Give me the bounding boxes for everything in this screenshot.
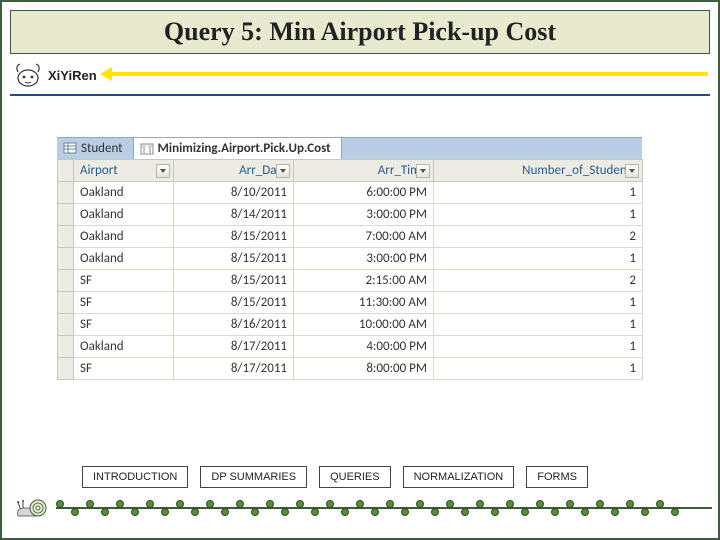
row-selector[interactable] <box>58 358 74 380</box>
col-airport[interactable]: Airport <box>74 160 174 182</box>
tab-student[interactable]: Student <box>57 137 134 159</box>
table-row[interactable]: Oakland8/14/20113:00:00 PM1 <box>58 204 643 226</box>
cell-time: 3:00:00 PM <box>294 204 434 226</box>
yellow-arrow-decoration <box>112 72 708 76</box>
table-row[interactable]: Oakland8/10/20116:00:00 PM1 <box>58 182 643 204</box>
cell-num: 1 <box>434 204 643 226</box>
select-all-corner[interactable] <box>58 160 74 182</box>
database-panel: Student Minimizing.Airport.Pick.Up.Cost … <box>57 137 642 380</box>
col-arr-date[interactable]: Arr_Date <box>174 160 294 182</box>
col-label: Number_of_Students <box>522 163 636 178</box>
cell-num: 2 <box>434 226 643 248</box>
nav-introduction[interactable]: INTRODUCTION <box>82 466 188 488</box>
table-row[interactable]: Oakland8/15/20117:00:00 AM2 <box>58 226 643 248</box>
row-selector[interactable] <box>58 270 74 292</box>
nav-queries[interactable]: QUERIES <box>319 466 391 488</box>
row-selector[interactable] <box>58 182 74 204</box>
cell-airport: SF <box>74 292 174 314</box>
tab-label: Minimizing.Airport.Pick.Up.Cost <box>158 141 331 156</box>
cell-airport: Oakland <box>74 182 174 204</box>
vine-decoration <box>56 500 712 516</box>
table-icon <box>63 141 77 155</box>
table-row[interactable]: SF8/17/20118:00:00 PM1 <box>58 358 643 380</box>
cell-airport: Oakland <box>74 336 174 358</box>
cell-time: 6:00:00 PM <box>294 182 434 204</box>
row-selector[interactable] <box>58 248 74 270</box>
page-title: Query 5: Min Airport Pick-up Cost <box>164 17 556 47</box>
cell-date: 8/15/2011 <box>174 226 294 248</box>
cell-time: 7:00:00 AM <box>294 226 434 248</box>
cell-num: 1 <box>434 182 643 204</box>
results-table: Airport Arr_Date Arr_Time Number_of_Stud… <box>57 159 643 380</box>
dropdown-icon[interactable] <box>156 164 170 178</box>
cell-num: 1 <box>434 314 643 336</box>
logo-row: XiYiRen <box>12 60 708 90</box>
row-selector[interactable] <box>58 292 74 314</box>
cell-date: 8/15/2011 <box>174 270 294 292</box>
row-selector[interactable] <box>58 204 74 226</box>
cell-airport: Oakland <box>74 204 174 226</box>
col-number-students[interactable]: Number_of_Students <box>434 160 643 182</box>
tab-bar: Student Minimizing.Airport.Pick.Up.Cost <box>57 137 642 159</box>
nav-buttons: INTRODUCTION DP SUMMARIES QUERIES NORMAL… <box>82 466 588 488</box>
dropdown-icon[interactable] <box>276 164 290 178</box>
cell-date: 8/15/2011 <box>174 248 294 270</box>
nav-normalization[interactable]: NORMALIZATION <box>403 466 515 488</box>
tab-minimizing-cost[interactable]: Minimizing.Airport.Pick.Up.Cost <box>134 137 342 159</box>
cell-time: 8:00:00 PM <box>294 358 434 380</box>
cell-num: 1 <box>434 358 643 380</box>
cell-num: 1 <box>434 336 643 358</box>
row-selector[interactable] <box>58 314 74 336</box>
brand-label: XiYiRen <box>48 68 97 83</box>
cell-airport: SF <box>74 358 174 380</box>
cell-time: 11:30:00 AM <box>294 292 434 314</box>
table-row[interactable]: SF8/16/201110:00:00 AM1 <box>58 314 643 336</box>
cell-num: 1 <box>434 292 643 314</box>
col-arr-time[interactable]: Arr_Time <box>294 160 434 182</box>
cell-date: 8/14/2011 <box>174 204 294 226</box>
title-band: Query 5: Min Airport Pick-up Cost <box>10 10 710 54</box>
cell-num: 1 <box>434 248 643 270</box>
col-label: Airport <box>80 163 118 178</box>
cell-time: 10:00:00 AM <box>294 314 434 336</box>
dropdown-icon[interactable] <box>625 164 639 178</box>
cell-airport: Oakland <box>74 248 174 270</box>
cell-time: 4:00:00 PM <box>294 336 434 358</box>
tab-label: Student <box>81 141 123 156</box>
snail-icon <box>14 494 54 520</box>
table-row[interactable]: Oakland8/17/20114:00:00 PM1 <box>58 336 643 358</box>
cell-date: 8/17/2011 <box>174 336 294 358</box>
table-row[interactable]: Oakland8/15/20113:00:00 PM1 <box>58 248 643 270</box>
nav-dp-summaries[interactable]: DP SUMMARIES <box>200 466 307 488</box>
cell-time: 3:00:00 PM <box>294 248 434 270</box>
cell-num: 2 <box>434 270 643 292</box>
cell-airport: SF <box>74 270 174 292</box>
row-selector[interactable] <box>58 226 74 248</box>
table-row[interactable]: SF8/15/20112:15:00 AM2 <box>58 270 643 292</box>
cell-date: 8/10/2011 <box>174 182 294 204</box>
header-row: Airport Arr_Date Arr_Time Number_of_Stud… <box>58 160 643 182</box>
cell-date: 8/15/2011 <box>174 292 294 314</box>
slide: Query 5: Min Airport Pick-up Cost XiYiRe… <box>0 0 720 540</box>
row-selector[interactable] <box>58 336 74 358</box>
cell-airport: Oakland <box>74 226 174 248</box>
table-row[interactable]: SF8/15/201111:30:00 AM1 <box>58 292 643 314</box>
nav-forms[interactable]: FORMS <box>526 466 588 488</box>
cell-date: 8/17/2011 <box>174 358 294 380</box>
character-icon <box>12 62 44 88</box>
divider-line <box>10 94 710 96</box>
footer-decoration <box>8 494 712 524</box>
dropdown-icon[interactable] <box>416 164 430 178</box>
query-icon <box>140 142 154 156</box>
cell-airport: SF <box>74 314 174 336</box>
cell-time: 2:15:00 AM <box>294 270 434 292</box>
cell-date: 8/16/2011 <box>174 314 294 336</box>
